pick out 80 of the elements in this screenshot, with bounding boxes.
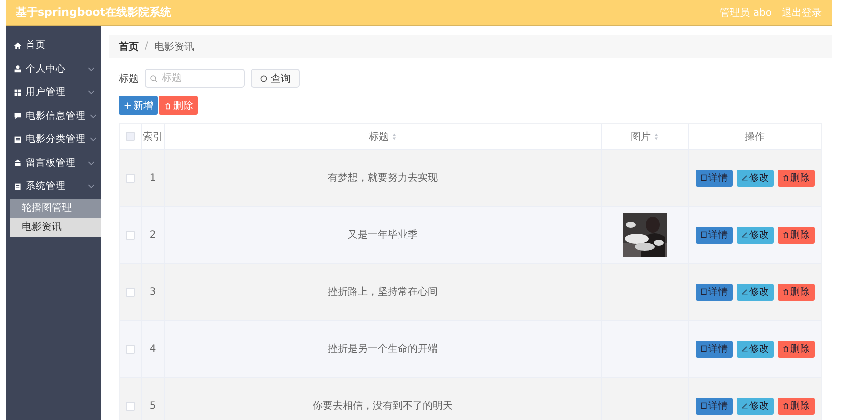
- chat-icon: [14, 112, 22, 120]
- plus-icon: [124, 102, 132, 110]
- trash-icon: [782, 345, 790, 353]
- table-cell: 4: [150, 344, 156, 354]
- pencil-icon: [740, 345, 748, 353]
- app-title: 基于springboot在线影院系统: [16, 5, 172, 20]
- trash-icon: [782, 288, 790, 296]
- breadcrumb-separator: /: [145, 41, 148, 52]
- document-icon: [700, 288, 708, 296]
- document-icon: [700, 231, 708, 239]
- table-cell: 1: [150, 172, 156, 184]
- delete-button[interactable]: 删除: [778, 398, 814, 414]
- list-icon: [14, 136, 22, 144]
- table-cell: 5: [150, 400, 156, 412]
- menu-item[interactable]: 电影分类管理: [6, 128, 101, 152]
- menu-item[interactable]: 系统管理: [6, 175, 101, 198]
- doc-icon: [14, 182, 22, 191]
- table-cell-text: 有梦想，就要努力去实现: [328, 172, 438, 185]
- edit-button[interactable]: 修改: [736, 398, 774, 414]
- edit-button[interactable]: 修改: [736, 284, 774, 300]
- sort-icon[interactable]: [654, 132, 659, 140]
- table-cell-text: 又是一年毕业季: [348, 228, 418, 242]
- search-field[interactable]: 标题: [145, 69, 245, 88]
- checkbox[interactable]: [126, 402, 135, 410]
- pencil-icon: [740, 288, 748, 296]
- checkbox[interactable]: [126, 174, 135, 182]
- checkbox[interactable]: [126, 288, 135, 296]
- details-button[interactable]: 详情: [696, 398, 732, 414]
- delete-button[interactable]: 删除: [778, 226, 814, 244]
- trash-icon: [782, 402, 790, 410]
- trash-icon: [164, 102, 172, 110]
- user-icon: [14, 65, 22, 74]
- menu-item[interactable]: 用户管理: [6, 81, 101, 104]
- search-label: 标题: [119, 72, 139, 86]
- checkbox[interactable]: [126, 344, 135, 354]
- pencil-icon: [740, 402, 748, 410]
- search-icon: [150, 74, 158, 82]
- grid-icon: [14, 88, 22, 97]
- circle-icon: [260, 74, 268, 82]
- table-cell-text: 挫折是另一个生命的开端: [328, 342, 438, 356]
- document-icon: [700, 174, 708, 182]
- add-button[interactable]: 新增: [119, 96, 158, 115]
- delete-button[interactable]: 删除: [778, 284, 814, 300]
- details-button[interactable]: 详情: [696, 170, 732, 186]
- table-cell: 2: [150, 230, 156, 240]
- sort-icon[interactable]: [392, 132, 397, 140]
- trash-icon: [782, 231, 790, 239]
- column-header: 图片: [631, 130, 651, 144]
- submenu-item[interactable]: 电影资讯: [10, 218, 101, 236]
- menu-item[interactable]: 留言板管理: [6, 152, 101, 175]
- table-cell-text: 你要去相信，没有到不了的明天: [313, 400, 453, 413]
- table-cell: 3: [150, 286, 156, 298]
- edit-button[interactable]: 修改: [736, 170, 774, 186]
- details-button[interactable]: 详情: [696, 226, 732, 244]
- checkbox[interactable]: [126, 230, 135, 240]
- menu-item[interactable]: 首页: [6, 34, 101, 58]
- delete-button[interactable]: 删除: [778, 170, 814, 186]
- document-icon: [700, 402, 708, 410]
- breadcrumb-link[interactable]: 首页: [119, 40, 139, 54]
- checkbox[interactable]: [126, 132, 135, 141]
- trash-icon: [782, 174, 790, 182]
- column-header: 操作: [745, 130, 765, 144]
- details-button[interactable]: 详情: [696, 340, 732, 358]
- edit-button[interactable]: 修改: [736, 226, 774, 244]
- breadcrumb-link[interactable]: 电影资讯: [154, 40, 194, 54]
- search-button[interactable]: 查询: [251, 69, 300, 88]
- shop-icon: [14, 159, 22, 168]
- table-cell-text: 挫折路上，坚持常在心间: [328, 286, 438, 299]
- home-icon: [14, 42, 22, 50]
- pencil-icon: [740, 231, 748, 239]
- menu-item[interactable]: 个人中心: [6, 58, 101, 81]
- edit-button[interactable]: 修改: [736, 340, 774, 358]
- column-header: 索引: [143, 130, 163, 144]
- delete-button[interactable]: 删除: [778, 340, 814, 358]
- details-button[interactable]: 详情: [696, 284, 732, 300]
- document-icon: [700, 345, 708, 353]
- pencil-icon: [740, 174, 748, 182]
- column-header: 标题: [369, 130, 389, 144]
- user-label: 管理员 abo: [720, 6, 772, 20]
- menu-item[interactable]: 电影信息管理: [6, 104, 101, 128]
